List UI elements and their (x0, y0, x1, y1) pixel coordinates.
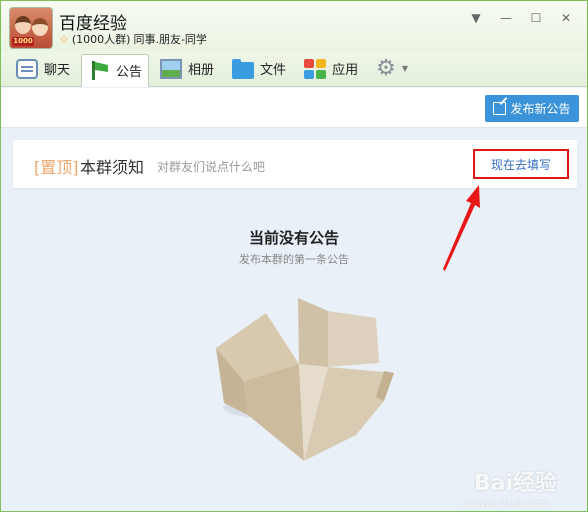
minimize-button[interactable]: — (491, 9, 521, 27)
member-count: (1000人群) (71, 33, 131, 46)
avatar-badge: 1000 (12, 37, 34, 46)
window-controls: ▼ — ☐ ✕ (461, 9, 581, 27)
chat-icon (16, 58, 38, 79)
tab-chat[interactable]: 聊天 (9, 54, 77, 84)
tab-bar: 聊天 公告 相册 文件 应用 ⚙ ▼ (1, 51, 587, 87)
empty-state-subtitle: 发布本群的第一条公告 (239, 253, 349, 266)
watermark-url: jingyan.baidu.com (463, 499, 547, 509)
group-categories: 同事.朋友-同学 (133, 33, 207, 46)
avatar-face-left (15, 16, 31, 34)
group-avatar[interactable]: 1000 (9, 7, 53, 49)
tab-chat-label: 聊天 (44, 63, 71, 78)
flag-icon (88, 60, 110, 80)
publish-announcement-button[interactable]: 发布新公告 (485, 95, 579, 122)
publish-announcement-label: 发布新公告 (510, 102, 571, 116)
tab-album-label: 相册 (188, 63, 215, 78)
group-window: 1000 百度经验 ☆ (1000人群) 同事.朋友-同学 ▼ — ☐ ✕ 聊天… (0, 0, 588, 512)
pinned-tag: [置顶] (34, 158, 79, 177)
maximize-button[interactable]: ☐ (521, 9, 551, 27)
tab-announcement-label: 公告 (116, 64, 143, 80)
notice-hint: 对群友们说点什么吧 (157, 160, 266, 174)
tab-files[interactable]: 文件 (225, 54, 293, 84)
tab-files-label: 文件 (260, 63, 287, 78)
tab-album[interactable]: 相册 (153, 54, 221, 84)
close-button[interactable]: ✕ (551, 9, 581, 27)
folder-icon (232, 59, 255, 79)
star-icon: ☆ (59, 32, 69, 46)
settings-menu[interactable]: ⚙ ▼ (369, 54, 415, 84)
apps-icon (304, 58, 327, 79)
tab-announcement[interactable]: 公告 (81, 53, 150, 87)
chevron-down-icon: ▼ (401, 64, 408, 73)
watermark-logo: Bai经验 (473, 471, 557, 496)
pinned-notice-card: [置顶] 本群须知 对群友们说点什么吧 现在去填写 (13, 140, 577, 188)
fill-now-link[interactable]: 现在去填写 (473, 149, 569, 179)
title-bar[interactable]: 1000 百度经验 ☆ (1000人群) 同事.朋友-同学 ▼ — ☐ ✕ (1, 1, 587, 51)
avatar-face-right (32, 18, 48, 36)
dropdown-button[interactable]: ▼ (461, 9, 491, 27)
announcement-toolbar: 发布新公告 (1, 88, 587, 128)
notice-title: 本群须知 (80, 158, 145, 177)
tab-apps[interactable]: 应用 (297, 54, 365, 84)
gear-icon: ⚙ (376, 55, 396, 81)
edit-icon (493, 102, 507, 115)
tab-apps-label: 应用 (332, 63, 359, 78)
photo-icon (160, 58, 183, 79)
group-info: ☆ (1000人群) 同事.朋友-同学 (59, 31, 207, 47)
empty-box-illustration (216, 298, 394, 461)
empty-state-title: 当前没有公告 (248, 229, 339, 247)
